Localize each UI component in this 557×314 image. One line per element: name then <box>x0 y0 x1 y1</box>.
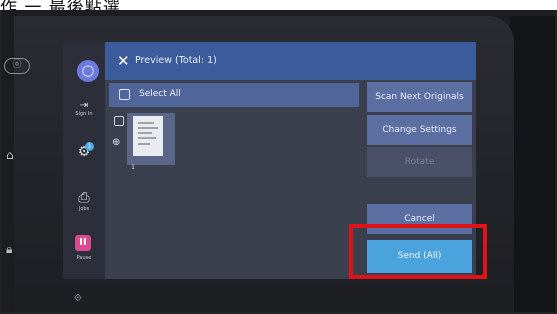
rotate-button[interactable]: Rotate <box>367 147 472 177</box>
page-checkbox[interactable] <box>114 116 124 126</box>
nav-sign-in[interactable]: ⇥ Sign In <box>63 100 105 117</box>
lock-icon[interactable]: 🔒︎ <box>6 242 12 257</box>
title-bar: ✕ Preview (Total: 1) <box>105 42 476 80</box>
power-button[interactable]: ⓞ <box>4 58 30 74</box>
nav-sign-in-label: Sign In <box>75 111 93 117</box>
page-number: 1 <box>131 164 135 171</box>
select-all-label: Select All <box>139 89 181 99</box>
nav-jobs[interactable]: ⎙ Jobs <box>63 190 105 212</box>
home-icon[interactable]: ⌂ <box>6 148 14 162</box>
scan-next-originals-button[interactable]: Scan Next Originals <box>367 82 472 112</box>
preview-area: Select All ⊕ 1 <box>105 80 363 279</box>
zoom-icon[interactable]: ⊕ <box>112 137 120 148</box>
highlight-box <box>349 224 487 279</box>
user-avatar-icon[interactable]: ◯ <box>77 60 99 82</box>
select-all-checkbox[interactable] <box>119 89 130 100</box>
nav-pause: Pause <box>63 255 105 261</box>
change-settings-button[interactable]: Change Settings <box>367 115 472 145</box>
nav-settings[interactable]: ⚙ <box>63 144 105 160</box>
page-thumbnail[interactable] <box>133 116 163 156</box>
nav-jobs-label: Jobs <box>78 206 90 212</box>
nav-pause-label: Pause <box>76 255 92 261</box>
sign-in-icon: ⇥ <box>79 100 89 111</box>
notification-badge: 1 <box>85 142 94 151</box>
left-nav: ◯ ⇥ Sign In ⚙ 1 ⎙ Jobs II Pause <box>63 42 105 279</box>
jobs-icon: ⎙ <box>78 190 90 206</box>
select-all-button[interactable]: Select All <box>109 83 359 107</box>
pause-button[interactable]: II <box>75 235 91 251</box>
close-icon[interactable]: ✕ <box>117 52 130 70</box>
bottom-indicator-icon: ⟐ <box>74 293 82 304</box>
gear-icon: ⚙ <box>77 144 91 160</box>
page-title: Preview (Total: 1) <box>135 55 217 66</box>
background-right <box>510 16 555 312</box>
